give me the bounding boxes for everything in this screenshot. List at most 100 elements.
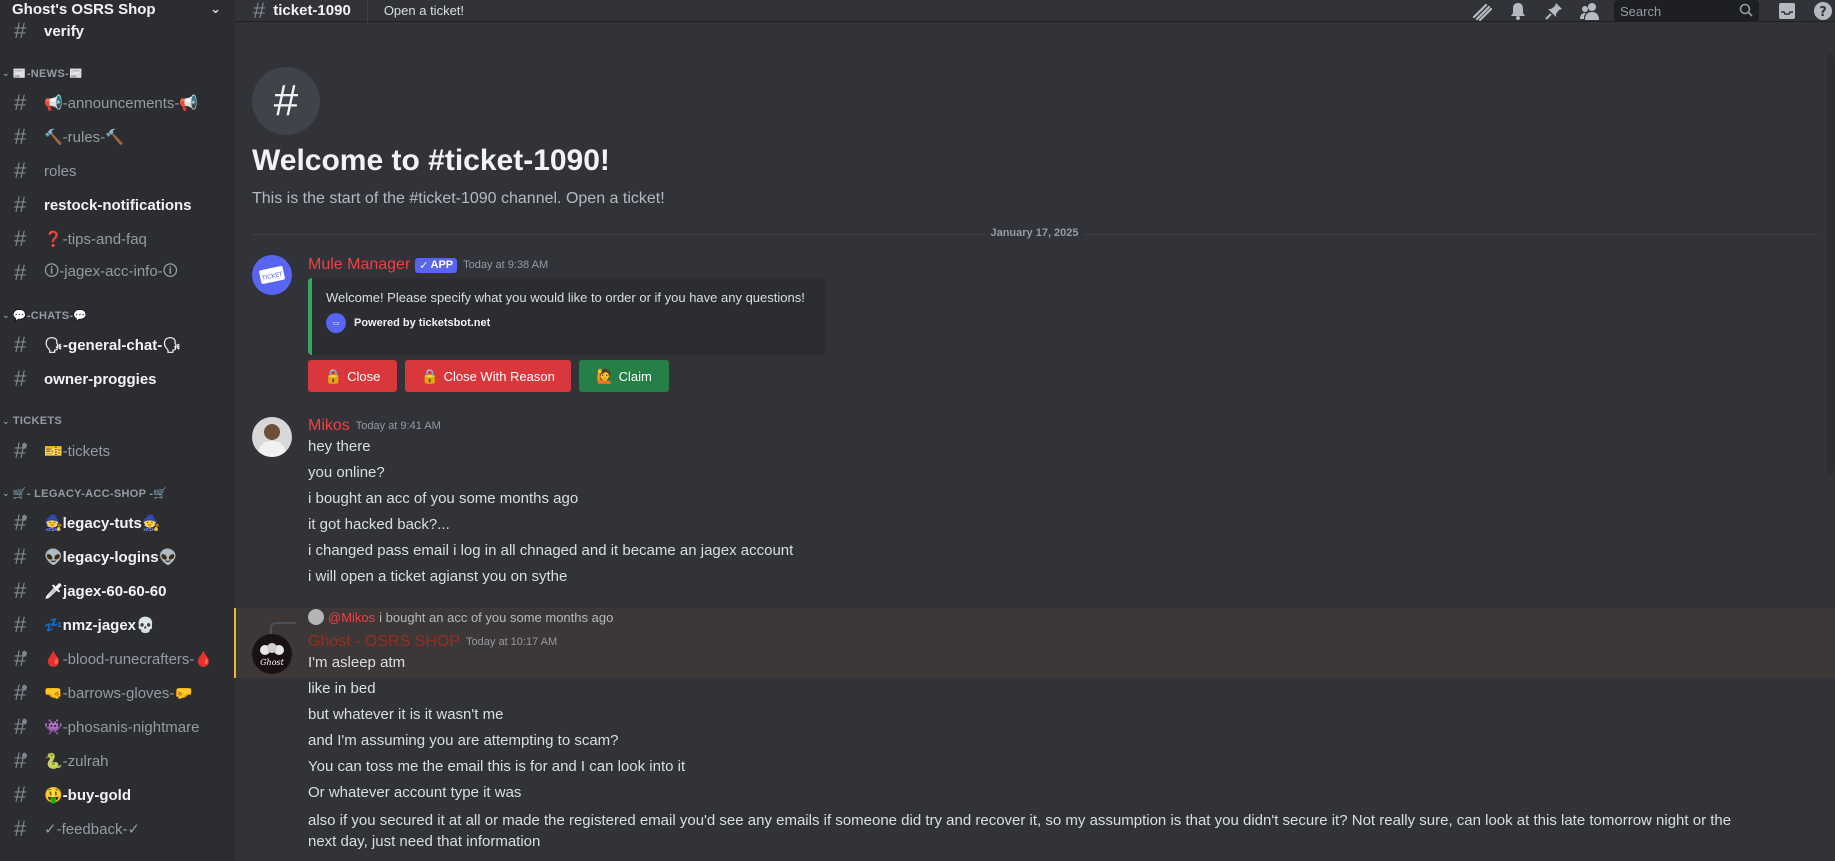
- category-label: TICKETS: [12, 415, 62, 427]
- svg-text:?: ?: [1819, 5, 1827, 20]
- channel-rules[interactable]: # 🔨-rules-🔨: [8, 120, 227, 154]
- hashtag-icon: #: [14, 332, 27, 357]
- author-name[interactable]: Mule Manager: [308, 256, 410, 274]
- chevron-down-icon: ⌄: [2, 487, 10, 498]
- welcome-subtitle: This is the start of the #ticket-1090 ch…: [252, 190, 665, 207]
- channel-topic[interactable]: Open a ticket!: [384, 3, 464, 18]
- hashtag-icon: #: [253, 0, 266, 23]
- channel-verify[interactable]: # verify: [8, 18, 227, 44]
- message-line: You can toss me the email this is for an…: [308, 758, 686, 775]
- hashtag-icon: #: [14, 544, 27, 569]
- channel-barrows-gloves[interactable]: # 🤜-barrows-gloves-🤛: [8, 676, 227, 710]
- channel-restock-notifications[interactable]: # restock-notifications: [8, 188, 227, 222]
- server-name: Ghost's OSRS Shop: [12, 0, 156, 18]
- reply-mention[interactable]: @Mikos: [328, 610, 375, 625]
- scrollbar[interactable]: [1827, 54, 1835, 474]
- person-raising-hand-icon: 🙋: [596, 367, 614, 384]
- channel-zulrah[interactable]: # 🐍-zulrah: [8, 744, 227, 778]
- header-toolbar: Search ?: [1464, 0, 1835, 22]
- channel-jagex-60-60-60[interactable]: # 🗡jagex-60-60-60: [8, 574, 227, 608]
- pin-icon[interactable]: [1542, 0, 1566, 22]
- avatar[interactable]: TICKET: [252, 255, 292, 295]
- lock-icon: 🔒: [421, 367, 439, 384]
- channel-label: 🤑-buy-gold: [44, 787, 131, 804]
- hashtag-icon: #: [14, 782, 27, 807]
- timestamp: Today at 9:38 AM: [463, 259, 549, 271]
- search-input[interactable]: Search: [1614, 0, 1759, 22]
- channel-general-chat[interactable]: # 🗣-general-chat-🗣: [8, 328, 227, 362]
- category-label: 🛒- LEGACY-ACC-SHOP -🛒: [12, 487, 168, 500]
- channel-legacy-logins[interactable]: # 👽legacy-logins👽: [8, 540, 227, 574]
- close-button-label: Close: [347, 368, 381, 384]
- channel-nmz-jagex[interactable]: # 💤nmz-jagex💀: [8, 608, 227, 642]
- message-content: hey there you online? i bought an acc of…: [308, 434, 1758, 590]
- hashtag-thread-icon: #: [14, 682, 36, 704]
- date-divider: January 17, 2025: [252, 227, 1817, 239]
- reply-preview[interactable]: @Mikos i bought an acc of you some month…: [308, 609, 613, 625]
- chevron-down-icon: ⌄: [2, 67, 10, 78]
- message-line: and I'm assuming you are attempting to s…: [308, 732, 619, 749]
- svg-text:Ghost: Ghost: [260, 658, 284, 667]
- channel-tickets[interactable]: # 🎫-tickets: [8, 434, 227, 468]
- inbox-icon[interactable]: [1775, 0, 1799, 22]
- bell-icon[interactable]: [1506, 0, 1530, 22]
- channel-label: 🗣-general-chat-🗣: [44, 337, 182, 354]
- channel-label: ✓-feedback-✓: [44, 821, 141, 838]
- claim-button[interactable]: 🙋 Claim: [579, 360, 669, 392]
- channel-blood-runecrafters[interactable]: # 🩸-blood-runecrafters-🩸: [8, 642, 227, 676]
- channel-jagex-acc-info[interactable]: # 🛈-jagex-acc-info-🛈: [8, 256, 227, 290]
- message-line: also if you secured it at all or made th…: [308, 812, 1732, 829]
- hashtag-thread-icon: #: [14, 440, 36, 462]
- close-with-reason-label: Close With Reason: [443, 368, 555, 384]
- close-button[interactable]: 🔒 Close: [308, 360, 397, 392]
- welcome-title: Welcome to #ticket-1090!: [252, 144, 610, 177]
- category-tickets[interactable]: ⌄ TICKETS: [0, 412, 235, 430]
- members-icon[interactable]: [1578, 0, 1602, 22]
- channel-label: 💤nmz-jagex💀: [44, 617, 155, 634]
- channel-announcements[interactable]: # 📢-announcements-📢: [8, 86, 227, 120]
- message-line: Or whatever account type it was: [308, 784, 522, 801]
- category-chats[interactable]: ⌄ 💬-CHATS-💬: [0, 306, 235, 324]
- author-name[interactable]: Ghost - OSRS SHOP: [308, 633, 460, 651]
- channel-label: 👾-phosanis-nightmare: [44, 719, 200, 736]
- channel-phosanis-nightmare[interactable]: # 👾-phosanis-nightmare: [8, 710, 227, 744]
- embed-footer-text: Powered by ticketsbot.net: [354, 317, 491, 329]
- message-line: it got hacked back?...: [308, 516, 450, 533]
- avatar[interactable]: [252, 417, 292, 457]
- hashtag-icon: #: [14, 18, 27, 43]
- author-name[interactable]: Mikos: [308, 417, 350, 435]
- hashtag-thread-icon: #: [14, 512, 36, 534]
- message-line: next day, just need that information: [308, 833, 541, 850]
- help-icon[interactable]: ?: [1811, 0, 1835, 22]
- hashtag-icon: #: [14, 260, 27, 285]
- reply-connector: [270, 622, 296, 634]
- embed-footer: ▭ Powered by ticketsbot.net: [326, 313, 812, 333]
- channel-sidebar: Ghost's OSRS Shop ⌄ # verify ⌄ 📰-NEWS-📰 …: [0, 0, 235, 861]
- channel-feedback[interactable]: # ✓-feedback-✓: [8, 812, 227, 846]
- channel-buy-gold[interactable]: # 🤑-buy-gold: [8, 778, 227, 812]
- threads-icon[interactable]: [1470, 0, 1494, 22]
- reply-avatar: [308, 609, 324, 625]
- message-line: you online?: [308, 464, 385, 481]
- channel-roles[interactable]: # roles: [8, 154, 227, 188]
- category-legacy-acc-shop[interactable]: ⌄ 🛒- LEGACY-ACC-SHOP -🛒: [0, 484, 235, 502]
- category-news[interactable]: ⌄ 📰-NEWS-📰: [0, 64, 235, 82]
- channel-owner-proggies[interactable]: # owner-proggies: [8, 362, 227, 396]
- channel-label: 🎫-tickets: [44, 443, 111, 460]
- server-header[interactable]: Ghost's OSRS Shop ⌄: [0, 0, 235, 20]
- channel-label: 🤜-barrows-gloves-🤛: [44, 685, 194, 702]
- channel-label: owner-proggies: [44, 370, 157, 388]
- channel-label: restock-notifications: [44, 196, 192, 214]
- avatar[interactable]: Ghost: [252, 634, 292, 674]
- channel-label: 🐍-zulrah: [44, 753, 109, 770]
- hashtag-thread-icon: #: [14, 750, 36, 772]
- channel-legacy-tuts[interactable]: # 🧙legacy-tuts🧙: [8, 506, 227, 540]
- message-line: i changed pass email i log in all chnage…: [308, 542, 794, 559]
- close-with-reason-button[interactable]: 🔒 Close With Reason: [405, 360, 571, 392]
- channel-title: ticket-1090: [273, 2, 351, 19]
- hashtag-icon: #: [14, 816, 27, 841]
- message-area: # Welcome to #ticket-1090! This is the s…: [234, 22, 1835, 861]
- hashtag-icon: #: [14, 578, 27, 603]
- message-content: I'm asleep atm like in bed but whatever …: [308, 650, 1808, 852]
- channel-tips-and-faq[interactable]: # ❓-tips-and-faq: [8, 222, 227, 256]
